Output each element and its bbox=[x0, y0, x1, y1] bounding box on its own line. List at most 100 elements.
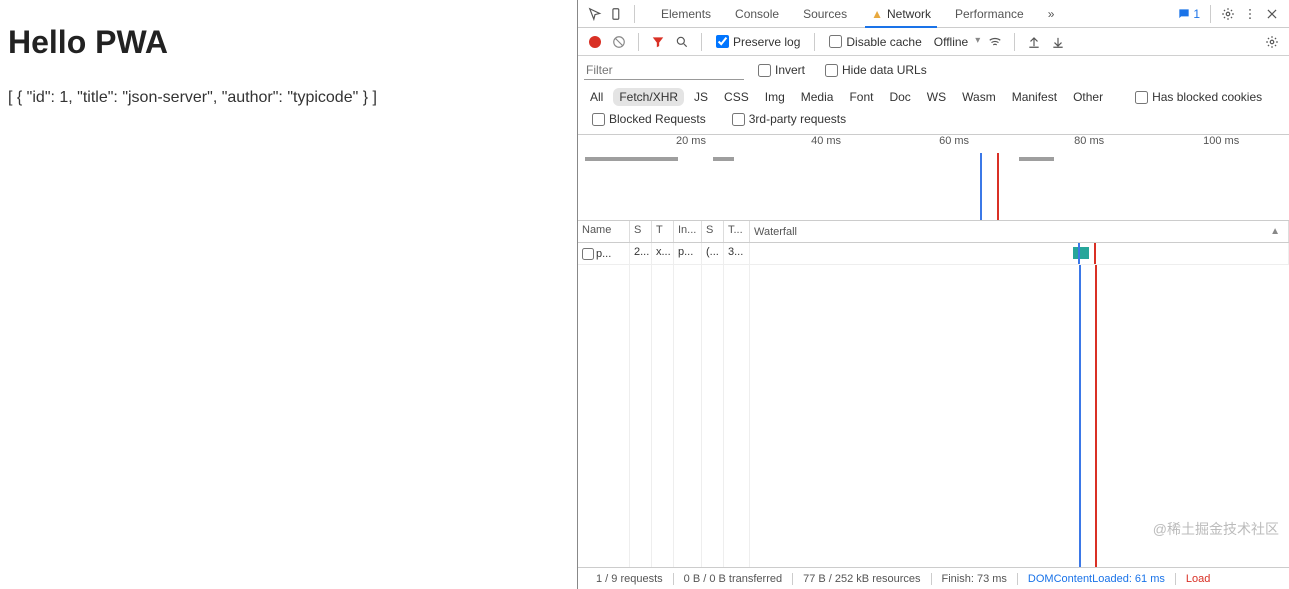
page-title: Hello PWA bbox=[8, 24, 569, 61]
tick-80: 80 ms bbox=[1074, 135, 1104, 147]
gear-icon[interactable] bbox=[1217, 3, 1239, 25]
divider bbox=[638, 33, 639, 51]
divider bbox=[1210, 5, 1211, 23]
type-js[interactable]: JS bbox=[688, 88, 714, 106]
load-marker bbox=[997, 153, 999, 220]
throttling-select[interactable]: Offline bbox=[930, 33, 982, 51]
divider bbox=[814, 33, 815, 51]
type-other[interactable]: Other bbox=[1067, 88, 1109, 106]
tab-console[interactable]: Console bbox=[723, 1, 791, 27]
grid-header: Name S T In... S T... Waterfall ▲ bbox=[578, 221, 1289, 243]
hide-data-urls-checkbox[interactable]: Hide data URLs bbox=[825, 63, 927, 77]
row-checkbox[interactable] bbox=[582, 248, 594, 260]
divider bbox=[634, 5, 635, 23]
cell-time: 3... bbox=[724, 243, 750, 264]
device-toggle-icon[interactable] bbox=[606, 3, 628, 25]
preserve-log-label: Preserve log bbox=[733, 35, 800, 49]
kebab-icon[interactable] bbox=[1239, 3, 1261, 25]
tick-60: 60 ms bbox=[939, 135, 969, 147]
col-size[interactable]: S bbox=[702, 221, 724, 242]
col-type[interactable]: T bbox=[652, 221, 674, 242]
invert-checkbox[interactable]: Invert bbox=[758, 63, 805, 77]
cell-initiator: p... bbox=[674, 243, 702, 264]
divider bbox=[701, 33, 702, 51]
tab-more[interactable]: » bbox=[1036, 1, 1067, 27]
preserve-log-checkbox[interactable]: Preserve log bbox=[716, 35, 800, 49]
type-ws[interactable]: WS bbox=[921, 88, 952, 106]
filter-input[interactable] bbox=[584, 60, 744, 80]
block-row: Blocked Requests 3rd-party requests bbox=[578, 110, 1289, 135]
third-party-label: 3rd-party requests bbox=[749, 112, 846, 126]
disable-cache-label: Disable cache bbox=[846, 35, 921, 49]
record-button[interactable] bbox=[584, 31, 606, 53]
watermark: @稀土掘金技术社区 bbox=[1153, 519, 1279, 539]
page-body: [ { "id": 1, "title": "json-server", "au… bbox=[8, 89, 569, 107]
clear-icon[interactable] bbox=[608, 31, 630, 53]
third-party-checkbox[interactable]: 3rd-party requests bbox=[732, 112, 846, 126]
sort-asc-icon: ▲ bbox=[1270, 226, 1280, 237]
status-dom: DOMContentLoaded: 61 ms bbox=[1018, 573, 1176, 585]
wf-dom-marker bbox=[1078, 243, 1080, 264]
status-requests: 1 / 9 requests bbox=[586, 573, 674, 585]
col-status[interactable]: S bbox=[630, 221, 652, 242]
status-resources: 77 B / 252 kB resources bbox=[793, 573, 931, 585]
type-wasm[interactable]: Wasm bbox=[956, 88, 1002, 106]
domcontent-marker bbox=[980, 153, 982, 220]
type-css[interactable]: CSS bbox=[718, 88, 755, 106]
download-icon[interactable] bbox=[1047, 31, 1069, 53]
col-name[interactable]: Name bbox=[578, 221, 630, 242]
tick-100: 100 ms bbox=[1203, 135, 1239, 147]
cell-name-text: p... bbox=[596, 248, 611, 260]
wf-load-line bbox=[1095, 265, 1097, 567]
cell-status: 2... bbox=[630, 243, 652, 264]
close-icon[interactable] bbox=[1261, 3, 1283, 25]
tab-elements[interactable]: Elements bbox=[649, 1, 723, 27]
wifi-icon[interactable] bbox=[984, 31, 1006, 53]
tick-40: 40 ms bbox=[811, 135, 841, 147]
col-initiator[interactable]: In... bbox=[674, 221, 702, 242]
type-doc[interactable]: Doc bbox=[883, 88, 916, 106]
cell-name: p... bbox=[578, 243, 630, 264]
type-manifest[interactable]: Manifest bbox=[1006, 88, 1063, 106]
tab-performance[interactable]: Performance bbox=[943, 1, 1036, 27]
invert-label: Invert bbox=[775, 63, 805, 77]
filter-icon[interactable] bbox=[647, 31, 669, 53]
col-waterfall[interactable]: Waterfall ▲ bbox=[750, 221, 1289, 242]
blocked-cookies-label: Has blocked cookies bbox=[1152, 90, 1262, 104]
col-time[interactable]: T... bbox=[724, 221, 750, 242]
tick-20: 20 ms bbox=[676, 135, 706, 147]
tab-network-label: Network bbox=[887, 7, 931, 21]
type-fetch-xhr[interactable]: Fetch/XHR bbox=[613, 88, 684, 106]
cell-waterfall bbox=[750, 243, 1289, 264]
type-img[interactable]: Img bbox=[759, 88, 791, 106]
blocked-requests-checkbox[interactable]: Blocked Requests bbox=[592, 112, 706, 126]
network-toolbar: Preserve log Disable cache Offline bbox=[578, 28, 1289, 56]
cell-size: (... bbox=[702, 243, 724, 264]
upload-icon[interactable] bbox=[1023, 31, 1045, 53]
col-waterfall-label: Waterfall bbox=[754, 226, 797, 238]
type-font[interactable]: Font bbox=[843, 88, 879, 106]
status-finish: Finish: 73 ms bbox=[932, 573, 1018, 585]
overview-timeline[interactable]: 20 ms 40 ms 60 ms 80 ms 100 ms bbox=[578, 135, 1289, 221]
type-all[interactable]: All bbox=[584, 88, 609, 106]
disable-cache-checkbox[interactable]: Disable cache bbox=[829, 35, 921, 49]
issues-count: 1 bbox=[1193, 7, 1200, 21]
tab-network[interactable]: ▲ Network bbox=[859, 1, 943, 27]
cell-type: x... bbox=[652, 243, 674, 264]
filter-bar: Invert Hide data URLs bbox=[578, 56, 1289, 84]
tab-sources[interactable]: Sources bbox=[791, 1, 859, 27]
gear-icon[interactable] bbox=[1261, 31, 1283, 53]
table-row[interactable]: p... 2... x... p... (... 3... bbox=[578, 243, 1289, 265]
wf-dom-line bbox=[1079, 265, 1081, 567]
status-bar: 1 / 9 requests 0 B / 0 B transferred 77 … bbox=[578, 567, 1289, 589]
devtools-tabbar: Elements Console Sources ▲ Network Perfor… bbox=[578, 0, 1289, 28]
webpage-pane: Hello PWA [ { "id": 1, "title": "json-se… bbox=[0, 0, 578, 589]
warning-icon: ▲ bbox=[871, 7, 883, 21]
blocked-cookies-checkbox[interactable]: Has blocked cookies bbox=[1135, 90, 1262, 104]
type-media[interactable]: Media bbox=[795, 88, 840, 106]
inspect-icon[interactable] bbox=[584, 3, 606, 25]
divider bbox=[1014, 33, 1015, 51]
issues-badge[interactable]: 1 bbox=[1173, 5, 1204, 23]
search-icon[interactable] bbox=[671, 31, 693, 53]
request-grid: Name S T In... S T... Waterfall ▲ p... 2.… bbox=[578, 221, 1289, 567]
